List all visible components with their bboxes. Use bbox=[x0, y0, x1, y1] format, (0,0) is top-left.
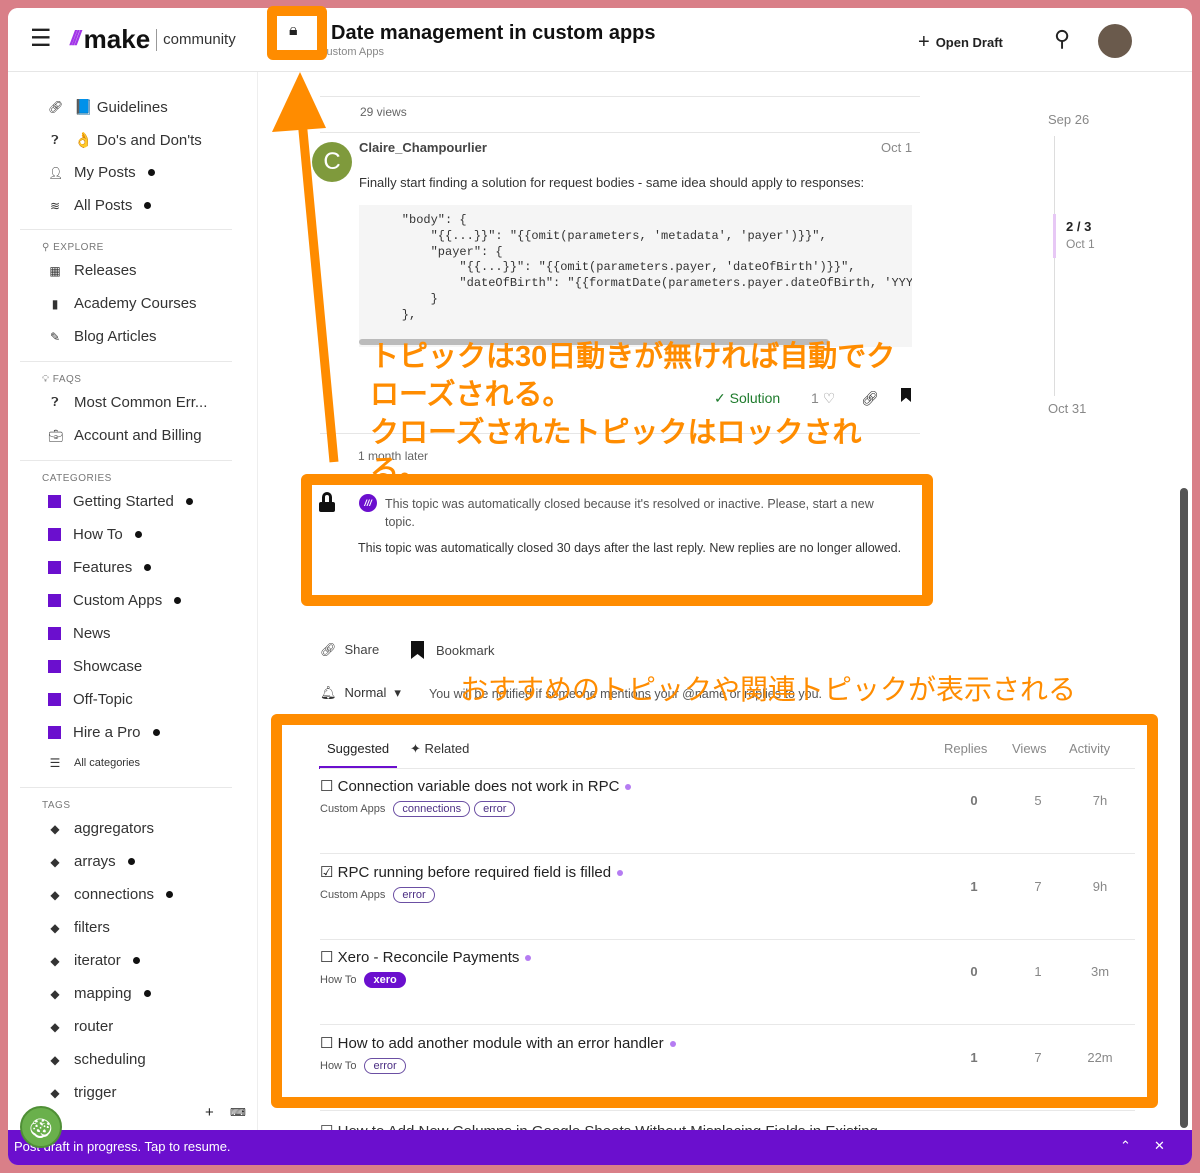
annotation-note-autoclose: トピックは30日動きが無ければ自動でクローズされる。 クローズされたトピックはロッ… bbox=[370, 338, 910, 490]
annotation-text: トピックは30日動きが無ければ自動でクローズされる。 bbox=[370, 341, 896, 411]
annotation-box-closed bbox=[301, 474, 933, 606]
annotation-box-suggested bbox=[271, 714, 1158, 1108]
annotation-note-suggested: おすすめのトピックや関連トピックが表示される bbox=[460, 674, 1077, 705]
